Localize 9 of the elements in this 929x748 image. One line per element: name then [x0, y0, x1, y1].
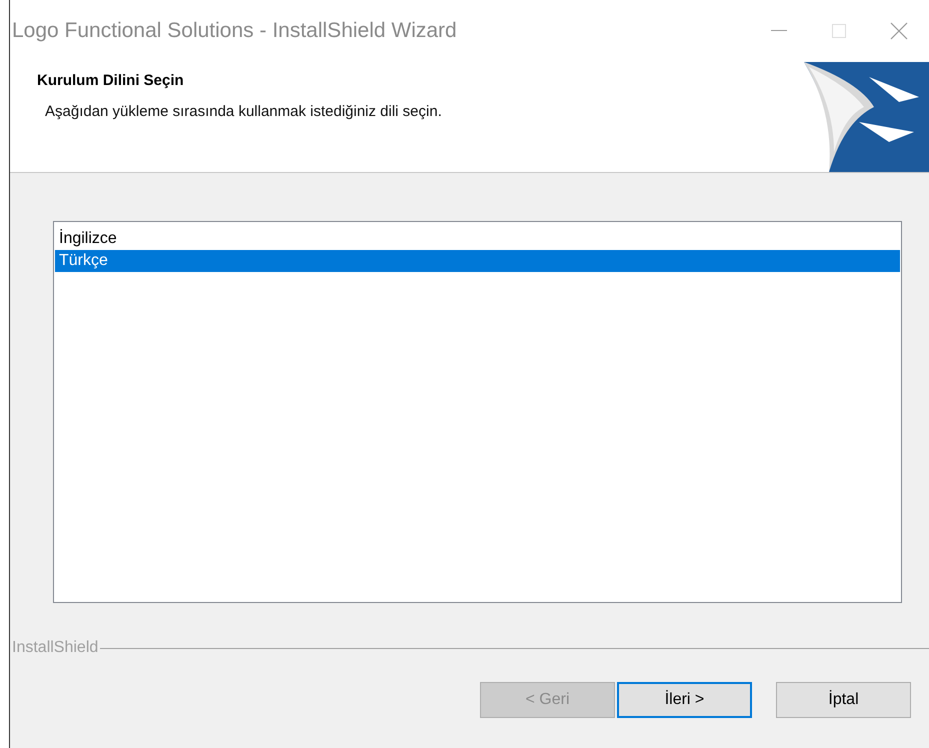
window-title: Logo Functional Solutions - InstallShield Wizard [11, 19, 458, 43]
language-item[interactable]: Türkçe [55, 250, 900, 272]
brand-label: InstallShield [11, 639, 98, 657]
language-list[interactable]: İngilizce Türkçe [53, 221, 902, 603]
wizard-button[interactable]: İptal [776, 682, 911, 718]
wizard-button[interactable]: İleri > [617, 682, 752, 718]
page-title: Kurulum Dilini Seçin [37, 72, 185, 89]
language-item[interactable]: İngilizce [55, 228, 900, 250]
page-subtitle: Aşağıdan yükleme sırasında kullanmak istediğiniz dili seçin. [44, 103, 443, 120]
